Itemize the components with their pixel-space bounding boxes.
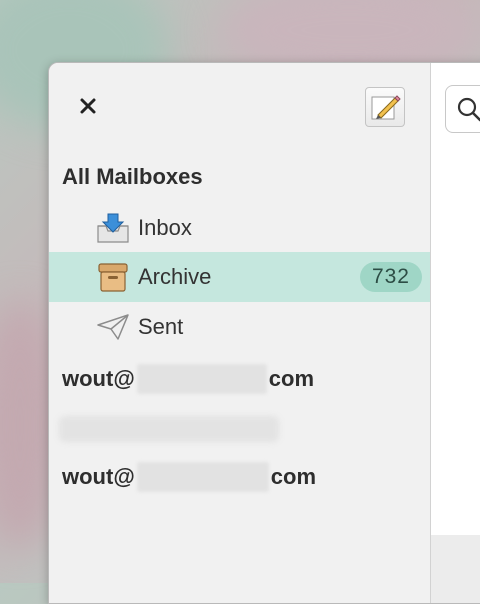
mail-window: All Mailboxes Inbox Archive 732 Sent wou… — [48, 62, 480, 604]
mailbox-sent[interactable]: Sent — [49, 302, 430, 352]
unread-count-badge: 732 — [359, 262, 422, 292]
mailbox-inbox[interactable]: Inbox — [49, 203, 430, 253]
message-list-pane — [431, 63, 480, 603]
account-header-2[interactable]: wout@ com — [62, 462, 316, 492]
compose-button[interactable] — [365, 87, 405, 127]
close-icon — [80, 98, 96, 114]
mailbox-label: Inbox — [138, 215, 192, 240]
redacted-account-header[interactable] — [59, 416, 279, 442]
pencil-icon — [371, 95, 401, 120]
account-email-prefix: wout@ — [62, 464, 135, 489]
account-email-suffix: com — [268, 366, 315, 391]
mailbox-sidebar: All Mailboxes Inbox Archive 732 Sent wou… — [49, 63, 431, 603]
archive-box-icon — [98, 263, 128, 292]
close-button[interactable] — [75, 93, 101, 119]
paper-plane-icon — [97, 314, 129, 340]
account-header-1[interactable]: wout@ com — [62, 364, 314, 394]
search-icon — [457, 97, 480, 122]
redacted-domain — [136, 462, 269, 492]
inbox-tray-icon — [97, 213, 129, 243]
mailbox-label: Sent — [138, 314, 184, 339]
content-footer — [431, 535, 480, 603]
account-email-prefix: wout@ — [62, 366, 135, 391]
redacted-domain — [136, 364, 267, 394]
account-email-suffix: com — [270, 464, 317, 489]
all-mailboxes-header[interactable]: All Mailboxes — [62, 164, 203, 190]
mailbox-archive[interactable]: Archive 732 — [49, 252, 430, 302]
search-field[interactable] — [445, 85, 480, 133]
mailbox-label: Archive — [138, 264, 212, 289]
